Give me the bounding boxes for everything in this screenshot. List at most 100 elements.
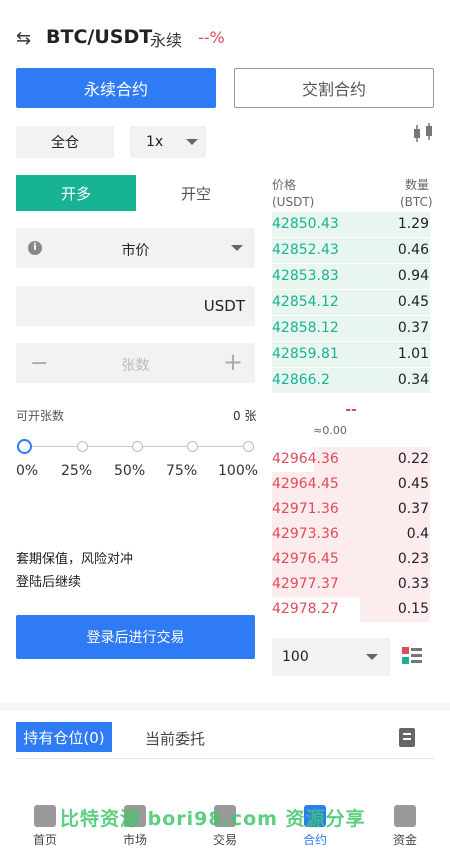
pair-title[interactable]: BTC/USDT: [46, 26, 152, 48]
order-type-value: 市价: [121, 243, 150, 259]
change-percent: --%: [198, 28, 225, 47]
wallet-icon: [394, 805, 416, 827]
slider-label: 0%: [16, 463, 39, 479]
nav-label: 首页: [32, 833, 57, 847]
ask-price: 42964.45: [272, 476, 339, 492]
ask-price: 42973.36: [272, 526, 339, 542]
tab-perpetual[interactable]: 永续合约: [16, 68, 216, 108]
available-value: 0 张: [233, 409, 257, 423]
bid-row[interactable]: 42858.12 0.37: [272, 316, 430, 341]
bid-row[interactable]: 42853.83 0.94: [272, 264, 430, 289]
ask-qty: 0.37: [397, 501, 429, 517]
price-unit: (USDT): [272, 195, 315, 209]
plus-button[interactable]: +: [223, 348, 243, 376]
slider-label: 50%: [114, 463, 146, 479]
nav-label: 交易: [212, 833, 237, 847]
tab-underline: [16, 758, 434, 759]
bid-row[interactable]: 42850.43 1.29: [272, 212, 430, 237]
tab-open-long[interactable]: 开多: [16, 175, 136, 211]
bid-qty: 1.01: [397, 346, 429, 362]
qty-unit: (BTC): [400, 195, 433, 209]
available-label: 可开张数: [16, 409, 65, 423]
slider-handle[interactable]: [17, 439, 32, 454]
depth-value: 100: [282, 649, 309, 665]
nav-label: 市场: [122, 833, 147, 847]
leverage-select[interactable]: 1x: [130, 126, 206, 158]
orderbook-layout-icon[interactable]: [402, 647, 422, 665]
chevron-down-icon: [186, 139, 198, 145]
tab-delivery[interactable]: 交割合约: [234, 68, 434, 108]
quantity-stepper[interactable]: − 张数 +: [16, 343, 255, 383]
margin-mode-select[interactable]: 全仓: [16, 126, 114, 158]
ask-qty: 0.15: [397, 601, 429, 617]
bid-row[interactable]: 42854.12 0.45: [272, 290, 430, 315]
hedge-note: 套期保值，风险对冲: [16, 552, 134, 567]
qty-header: 数量: [405, 178, 430, 192]
candlestick-chart-icon[interactable]: [412, 122, 436, 144]
ask-price: 42977.37: [272, 576, 339, 592]
chevron-down-icon: [231, 245, 243, 251]
bid-price: 42866.2: [272, 372, 330, 388]
bid-price: 42859.81: [272, 346, 339, 362]
watermark: 比特资源 bori98.com 资源分享: [60, 808, 366, 830]
bid-qty: 0.45: [397, 294, 429, 310]
tab-open-short[interactable]: 开空: [136, 175, 256, 211]
section-divider: [0, 703, 450, 711]
ask-row[interactable]: 42976.45 0.23: [272, 547, 430, 572]
bid-price: 42850.43: [272, 216, 339, 232]
leverage-value: 1x: [146, 134, 164, 150]
bid-price: 42858.12: [272, 320, 339, 336]
last-price: --: [345, 402, 357, 418]
slider-stop-100[interactable]: [243, 441, 254, 452]
bid-qty: 0.94: [397, 268, 429, 284]
last-price-approx: ≈0.00: [313, 424, 347, 437]
amount-input[interactable]: USDT: [16, 286, 255, 326]
tab-holdings[interactable]: 持有仓位(0): [16, 722, 112, 752]
bid-qty: 0.46: [397, 242, 429, 258]
chevron-down-icon: [366, 654, 378, 660]
ask-price: 42976.45: [272, 551, 339, 567]
ask-row[interactable]: 42977.37 0.33: [272, 572, 430, 597]
ask-price: 42964.36: [272, 451, 339, 467]
document-icon[interactable]: [399, 728, 415, 747]
ask-qty: 0.4: [406, 526, 429, 542]
nav-label: 资金: [392, 833, 417, 847]
slider-stop-50[interactable]: [132, 441, 143, 452]
login-trade-button[interactable]: 登录后进行交易: [16, 615, 255, 659]
bid-qty: 1.29: [397, 216, 429, 232]
ask-row[interactable]: 42978.27 0.15: [272, 597, 430, 622]
ask-qty: 0.23: [397, 551, 429, 567]
depth-select[interactable]: 100: [272, 638, 390, 676]
ask-qty: 0.22: [397, 451, 429, 467]
slider-label: 75%: [166, 463, 198, 479]
nav-assets[interactable]: 资金: [375, 800, 435, 848]
ask-qty: 0.33: [397, 576, 429, 592]
bid-qty: 0.37: [397, 320, 429, 336]
bid-qty: 0.34: [397, 372, 429, 388]
slider-stop-25[interactable]: [77, 441, 88, 452]
price-header: 价格: [272, 178, 297, 192]
ask-price: 42971.36: [272, 501, 339, 517]
ask-row[interactable]: 42964.45 0.45: [272, 472, 430, 497]
bid-row[interactable]: 42859.81 1.01: [272, 342, 430, 367]
bid-row[interactable]: 42866.2 0.34: [272, 368, 430, 393]
order-type-select[interactable]: i 市价: [16, 228, 255, 268]
nav-label: 合约: [302, 833, 327, 847]
ask-row[interactable]: 42964.36 0.22: [272, 447, 430, 472]
bid-price: 42852.43: [272, 242, 339, 258]
swap-icon[interactable]: ⇆: [16, 28, 31, 49]
ask-row[interactable]: 42971.36 0.37: [272, 497, 430, 522]
bid-price: 42853.83: [272, 268, 339, 284]
home-icon: [34, 805, 56, 827]
contract-type-label: 永续: [150, 31, 183, 50]
bid-row[interactable]: 42852.43 0.46: [272, 238, 430, 263]
login-note: 登陆后继续: [16, 575, 82, 590]
ask-qty: 0.45: [397, 476, 429, 492]
slider-label: 25%: [61, 463, 93, 479]
tab-current-orders[interactable]: 当前委托: [145, 728, 205, 749]
ask-row[interactable]: 42973.36 0.4: [272, 522, 430, 547]
slider-label: 100%: [218, 463, 259, 479]
ask-price: 42978.27: [272, 601, 339, 617]
quantity-placeholder[interactable]: 张数: [16, 355, 255, 375]
slider-stop-75[interactable]: [187, 441, 198, 452]
